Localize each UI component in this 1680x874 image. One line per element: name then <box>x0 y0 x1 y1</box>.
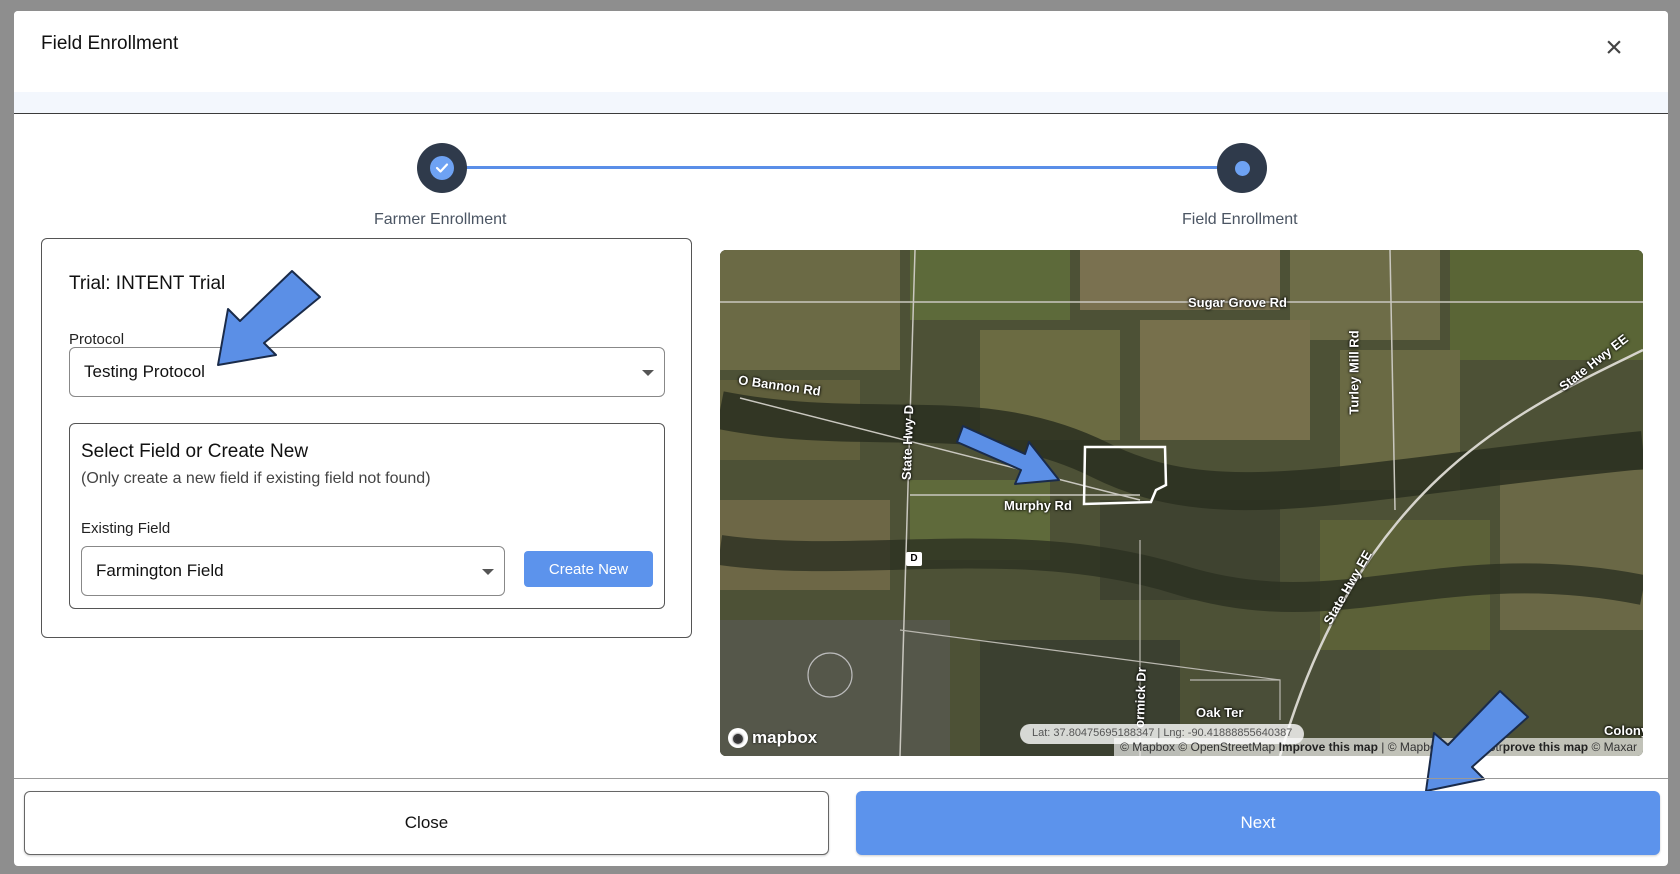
mapbox-logo[interactable]: ◉ mapbox <box>728 728 817 748</box>
chevron-down-icon <box>482 569 494 575</box>
improve-map-link-1[interactable]: Improve this map <box>1279 740 1378 754</box>
map-label-colony: Colony <box>1604 723 1643 738</box>
trial-title: Trial: INTENT Trial <box>69 273 226 294</box>
next-button[interactable]: Next <box>856 791 1660 855</box>
step-farmer-enrollment[interactable] <box>417 143 467 193</box>
field-section-subtitle: (Only create a new field if existing fie… <box>81 470 431 487</box>
mapbox-logo-text: mapbox <box>752 728 818 747</box>
annotation-arrow-field-icon <box>956 425 1060 485</box>
attribution-text-1: © Mapbox © OpenStreetMap <box>1120 740 1279 754</box>
step-label-field: Field Enrollment <box>1182 211 1298 228</box>
protocol-label: Protocol <box>69 331 125 348</box>
field-section-title: Select Field or Create New <box>81 441 309 462</box>
close-button[interactable]: Close <box>24 791 829 855</box>
protocol-select-value: Testing Protocol <box>84 362 205 381</box>
protocol-select[interactable]: Testing Protocol <box>69 347 665 397</box>
attribution-text-3: © Maxar <box>1588 740 1637 754</box>
map-label-turley: Turley Mill Rd <box>1346 330 1362 415</box>
modal-title: Field Enrollment <box>41 33 179 54</box>
map-label-mccormick: ormick Dr <box>1131 666 1149 729</box>
field-enrollment-modal: Field Enrollment × Farmer Enrollment Fie… <box>14 11 1668 866</box>
map-label-oak-ter: Oak Ter <box>1196 705 1244 720</box>
create-new-field-button[interactable]: Create New <box>524 551 653 587</box>
footer-divider <box>14 778 1668 779</box>
step-field-enrollment[interactable] <box>1217 143 1267 193</box>
mapbox-logo-icon: ◉ <box>728 728 748 748</box>
chevron-down-icon <box>642 370 654 376</box>
modal-header: Field Enrollment × <box>14 11 1668 114</box>
field-selection-box: Select Field or Create New (Only create … <box>69 423 665 609</box>
existing-field-select[interactable]: Farmington Field <box>81 546 505 596</box>
enrollment-form-panel: Trial: INTENT Trial Protocol Testing Pro… <box>41 238 692 638</box>
map-label-murphy: Murphy Rd <box>1004 498 1072 513</box>
existing-field-label: Existing Field <box>81 520 171 537</box>
existing-field-value: Farmington Field <box>96 561 224 580</box>
stepper-progress-line <box>442 166 1240 169</box>
satellite-imagery <box>720 250 1643 756</box>
header-band <box>14 92 1668 114</box>
route-d-shield: D <box>906 552 922 566</box>
checkmark-icon <box>430 156 454 180</box>
annotation-arrow-next-icon <box>1425 690 1529 792</box>
map-label-sugar-grove: Sugar Grove Rd <box>1188 295 1287 310</box>
map-attribution: © Mapbox © OpenStreetMap Improve this ma… <box>1114 738 1643 756</box>
annotation-arrow-protocol-icon <box>217 270 321 366</box>
step-label-farmer: Farmer Enrollment <box>374 211 507 228</box>
close-icon[interactable]: × <box>1600 33 1628 63</box>
map-label-state-hwy-d: State Hwy D <box>898 404 917 481</box>
current-step-dot-icon <box>1234 160 1250 176</box>
satellite-map[interactable]: Sugar Grove Rd O Bannon Rd State Hwy D M… <box>720 250 1643 756</box>
